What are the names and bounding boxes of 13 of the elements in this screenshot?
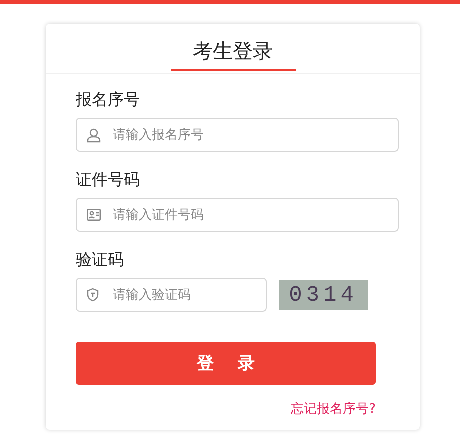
login-title: 考生登录 — [170, 38, 296, 71]
id-card-icon — [87, 209, 101, 221]
input-field[interactable]: 请输入报名序号 — [76, 118, 399, 152]
input-field[interactable]: 请输入证件号码 — [76, 198, 399, 232]
person-icon — [87, 128, 101, 142]
field-label: 报名序号 — [76, 90, 141, 110]
shield-icon — [87, 288, 99, 302]
field-label: 证件号码 — [76, 170, 141, 190]
forgot-link[interactable]: 忘记报名序号? — [291, 400, 376, 418]
login-button[interactable]: 登 录 — [76, 342, 376, 385]
input-field[interactable]: 请输入验证码 — [76, 278, 267, 312]
field-label: 验证码 — [76, 250, 125, 270]
captcha-image[interactable]: 0314 — [279, 280, 368, 310]
